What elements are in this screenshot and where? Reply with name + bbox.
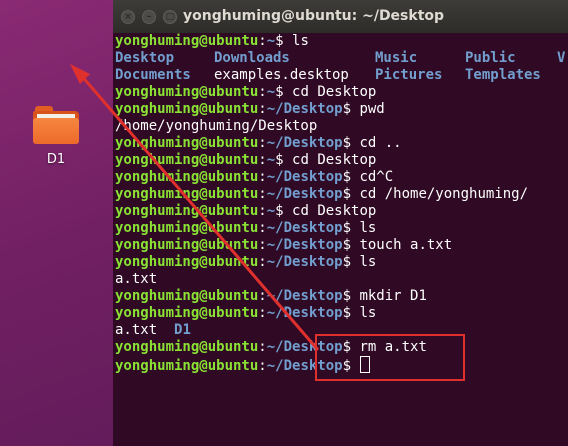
prompt-user: yonghuming@ubuntu (115, 237, 259, 253)
prompt-path: ~ (266, 33, 276, 49)
prompt-path: ~/Desktop (266, 169, 343, 185)
prompt-user: yonghuming@ubuntu (115, 186, 259, 202)
close-button[interactable]: × (121, 9, 135, 24)
prompt-user: yonghuming@ubuntu (115, 169, 259, 185)
ls-directory-entry: Templates (465, 67, 541, 83)
terminal-line: yonghuming@ubuntu:~/Desktop$ cd .. (115, 135, 402, 151)
ls-file-entry: examples.desktop (214, 67, 349, 83)
prompt-path: ~ (266, 152, 276, 168)
prompt-path: ~/Desktop (266, 305, 343, 321)
ls-directory-entry: Public (465, 50, 516, 66)
prompt-user: yonghuming@ubuntu (115, 101, 259, 117)
terminal-line: Desktop Downloads Music Public V (115, 50, 568, 67)
terminal-line: yonghuming@ubuntu:~/Desktop$ pwd (115, 101, 385, 117)
typed-command: ls (292, 33, 309, 49)
terminal-line: yonghuming@ubuntu:~$ cd Desktop (115, 84, 377, 100)
prompt-user: yonghuming@ubuntu (115, 84, 259, 100)
terminal-line: yonghuming@ubuntu:~/Desktop$ touch a.txt (115, 237, 453, 253)
terminal-line: /home/yonghuming/Desktop (115, 118, 568, 135)
typed-command: cd Desktop (292, 203, 377, 219)
terminal-line: yonghuming@ubuntu:~$ cd Desktop (115, 203, 377, 219)
terminal-line: yonghuming@ubuntu:~/Desktop$ cd /home/yo… (115, 186, 529, 202)
prompt-user: yonghuming@ubuntu (115, 135, 259, 151)
maximize-button[interactable]: □ (163, 9, 177, 24)
folder-label: D1 (46, 152, 66, 167)
prompt-path: ~/Desktop (266, 288, 343, 304)
terminal-line: yonghuming@ubuntu:~/Desktop$ mkdir D1 (115, 288, 427, 304)
typed-command: cd .. (359, 135, 402, 151)
command-output: a.txt (115, 271, 158, 287)
prompt-user: yonghuming@ubuntu (115, 152, 259, 168)
prompt-path: ~ (266, 84, 276, 100)
typed-command: cd /home/yonghuming/ (359, 186, 529, 202)
ls-directory-entry: Desktop (115, 50, 175, 66)
ls-directory-entry: V (557, 50, 566, 66)
prompt-path: ~/Desktop (266, 220, 343, 236)
terminal-line: yonghuming@ubuntu:~$ ls (115, 33, 309, 49)
window-title: yonghuming@ubuntu: ~/Desktop (183, 8, 445, 24)
ls-file-entry: a.txt (115, 322, 175, 338)
terminal-line: a.txt (115, 271, 568, 288)
prompt-path: ~/Desktop (266, 254, 343, 270)
prompt-path: ~/Desktop (266, 135, 343, 151)
ls-directory-entry: Pictures (375, 67, 443, 83)
terminal-line: yonghuming@ubuntu:~/Desktop$ ls (115, 254, 377, 270)
prompt-user: yonghuming@ubuntu (115, 203, 259, 219)
folder-icon (33, 104, 79, 144)
prompt-path: ~/Desktop (266, 186, 343, 202)
prompt-user: yonghuming@ubuntu (115, 33, 259, 49)
desktop-folder-d1[interactable]: D1 (26, 104, 86, 167)
typed-command: cd Desktop (292, 152, 377, 168)
terminal-titlebar[interactable]: × – □ yonghuming@ubuntu: ~/Desktop (113, 0, 568, 33)
typed-command: pwd (359, 101, 385, 117)
annotation-arrow-head (70, 64, 90, 84)
prompt-user: yonghuming@ubuntu (115, 288, 259, 304)
typed-command: cd Desktop (292, 84, 377, 100)
command-output: /home/yonghuming/Desktop (115, 118, 318, 134)
terminal-line: Documents examples.desktop Pictures Templat… (115, 67, 568, 84)
annotation-highlight-box (315, 334, 465, 381)
prompt-path: ~ (266, 203, 276, 219)
prompt-path: ~/Desktop (266, 237, 343, 253)
ls-directory-entry: Downloads (214, 50, 290, 66)
terminal-line: yonghuming@ubuntu:~/Desktop$ ls (115, 305, 377, 321)
typed-command: ls (359, 254, 377, 270)
terminal-output[interactable]: yonghuming@ubuntu:~$ ls Desktop Downloads M… (113, 33, 568, 374)
terminal-line: yonghuming@ubuntu:~/Desktop$ ls (115, 220, 377, 236)
ls-file-entry (557, 67, 568, 84)
minimize-button[interactable]: – (142, 9, 156, 24)
terminal-line: yonghuming@ubuntu:~$ cd Desktop (115, 152, 377, 168)
prompt-user: yonghuming@ubuntu (115, 254, 259, 270)
ls-directory-entry: Music (375, 50, 418, 66)
terminal-line: yonghuming@ubuntu:~/Desktop$ cd^C (115, 169, 394, 185)
prompt-user: yonghuming@ubuntu (115, 305, 259, 321)
prompt-user: yonghuming@ubuntu (115, 339, 259, 355)
prompt-user: yonghuming@ubuntu (115, 220, 259, 236)
ls-directory-entry: D1 (174, 322, 191, 338)
typed-command: mkdir D1 (359, 288, 427, 304)
typed-command: ls (359, 220, 377, 236)
prompt-path: ~/Desktop (266, 101, 343, 117)
ls-directory-entry: Documents (115, 67, 191, 83)
prompt-user: yonghuming@ubuntu (115, 358, 259, 374)
typed-command: cd^C (359, 169, 394, 185)
typed-command: ls (359, 305, 377, 321)
typed-command: touch a.txt (359, 237, 453, 253)
